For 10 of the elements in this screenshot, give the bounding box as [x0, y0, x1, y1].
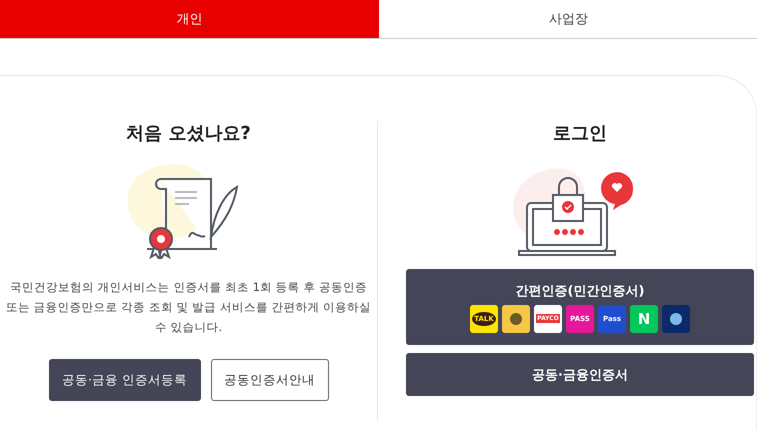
section-title: 로그인	[553, 122, 607, 146]
provider-logo-icon[interactable]	[502, 304, 530, 332]
register-button[interactable]: 공동·금융 인증서등록	[48, 359, 200, 401]
simple-auth-label: 간편인증(민간인증서)	[516, 282, 644, 300]
provider-logo-icon[interactable]	[662, 304, 690, 332]
tab[interactable]: 개인	[0, 0, 379, 38]
section-title: 처음 오셨나요?	[126, 122, 251, 146]
guide-button[interactable]: 공동인증서안내	[210, 359, 328, 401]
description-text: 국민건강보험의 개인서비스는 인증서를 최초 1회 등록 후 공동인증 또는 금융인증만으로 각종 조회 및 발급 서비스를 간편하게 이용하실 수 있습니다.	[4, 279, 372, 336]
certificate-login-button[interactable]: 공동·금융인증서	[406, 353, 754, 396]
